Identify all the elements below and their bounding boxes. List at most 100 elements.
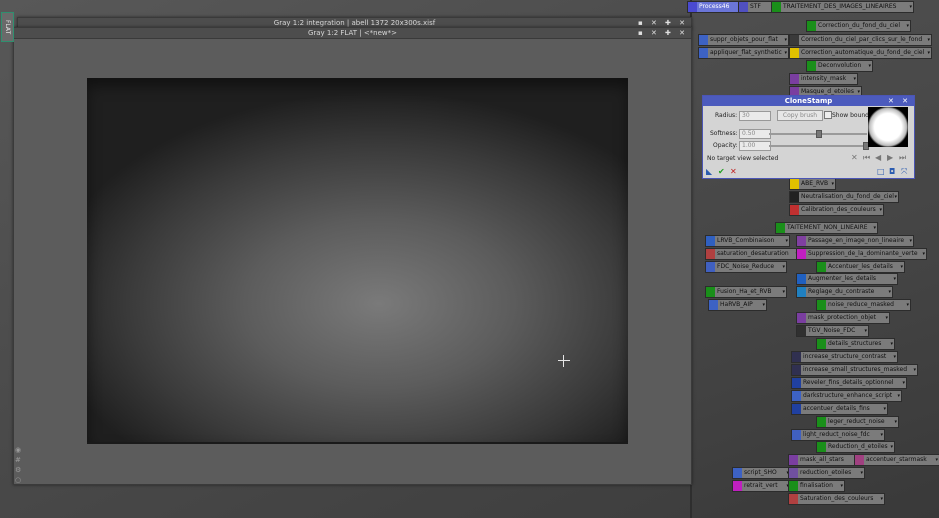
process-finalisation[interactable]: finalisation ▾ — [788, 480, 845, 492]
process-correction-automatique-du-fond-de-ciel[interactable]: Correction_automatique_du_fond_de_ciel ▾ — [789, 47, 932, 59]
process-tgv-noise-fdc[interactable]: TGV_Noise_FDC ▾ — [796, 325, 869, 337]
chevron-down-icon[interactable]: ▾ — [906, 300, 909, 310]
softness-slider[interactable] — [769, 130, 867, 138]
zoom-icon[interactable]: ◉ — [15, 446, 21, 454]
opacity-slider[interactable] — [769, 142, 869, 150]
process-calibration-des-couleurs[interactable]: Calibration_des_couleurs ▾ — [789, 204, 884, 216]
chevron-down-icon[interactable]: ▾ — [935, 455, 938, 465]
first-icon[interactable]: ⏮ — [863, 153, 870, 163]
process-accentuer-starmask[interactable]: accentuer_starmask ▾ — [854, 454, 939, 466]
process-appliquer-flat-synthetic[interactable]: appliquer_flat_synthetic ▾ — [698, 47, 789, 59]
chevron-down-icon[interactable]: ▾ — [864, 326, 867, 336]
chevron-down-icon[interactable]: ▾ — [831, 179, 834, 189]
opacity-field[interactable]: 1.00 — [739, 141, 771, 151]
apply-icon[interactable]: ✔ — [718, 167, 725, 176]
process-taitement-non-lineaire[interactable]: TAITEMENT_NON_LINEAIRE ▾ — [775, 222, 878, 234]
softness-slider-knob[interactable] — [816, 130, 822, 138]
process-correction-du-fond-du-ciel[interactable]: Correction_du_fond_du_ciel ▾ — [806, 20, 911, 32]
process-reglage-du-contraste[interactable]: Reglage_du_contraste ▾ — [796, 286, 893, 298]
next-icon[interactable]: ▶ — [887, 153, 893, 162]
chevron-down-icon[interactable]: ▾ — [860, 468, 863, 478]
save-icon[interactable]: ◘ — [889, 167, 895, 176]
chevron-down-icon[interactable]: ▾ — [762, 300, 765, 310]
last-icon[interactable]: ⏭ — [899, 153, 906, 163]
process-intensity-mask[interactable]: intensity_mask ▾ — [789, 73, 858, 85]
process-mask-protection-objet[interactable]: mask_protection_objet ▾ — [796, 312, 890, 324]
process-saturation-des-couleurs[interactable]: Saturation_des_couleurs ▾ — [788, 493, 885, 505]
process-mask-all-stars[interactable]: mask_all_stars▾ — [788, 454, 859, 466]
process-leger-reduct-noise[interactable]: leger_reduct_noise ▾ — [816, 416, 899, 428]
process-increase-small-structures-masked[interactable]: increase_small_structures_masked ▾ — [791, 364, 918, 376]
chevron-down-icon[interactable]: ▾ — [906, 21, 909, 31]
process-abe-rvb[interactable]: ABE_RVB ▾ — [789, 178, 836, 190]
process-increase-structure-contrast[interactable]: increase_structure_contrast ▾ — [791, 351, 898, 363]
chevron-down-icon[interactable]: ▾ — [894, 192, 897, 202]
process-harvb-aip[interactable]: HaRVB_AIP ▾ — [708, 299, 767, 311]
chevron-down-icon[interactable]: ▾ — [927, 35, 930, 45]
image-viewport[interactable] — [87, 78, 628, 444]
chevron-down-icon[interactable]: ▾ — [782, 287, 785, 297]
copy-brush-button[interactable]: Copy brush — [777, 110, 823, 121]
chevron-down-icon[interactable]: ▾ — [909, 2, 912, 12]
flat-window-controls[interactable]: ▪ ✕ ✚ ✕ — [638, 28, 688, 38]
chevron-down-icon[interactable]: ▾ — [880, 430, 883, 440]
process-reveler-fins-details-optionnel[interactable]: Reveler_fins_details_optionnel ▾ — [791, 377, 907, 389]
clonestamp-window-controls[interactable]: ✕ ✕ — [888, 96, 911, 106]
previous-icon[interactable]: ◀ — [875, 153, 881, 162]
chevron-down-icon[interactable]: ▾ — [913, 365, 916, 375]
process-fdc-noise-reduce[interactable]: FDC_Noise_Reduce ▾ — [705, 261, 787, 273]
process-lrvb-combinaison[interactable]: LRVB_Combinaison ▾ — [705, 235, 790, 247]
process-accentuer-les-details[interactable]: Accentuer_les_details ▾ — [816, 261, 905, 273]
process-correction-du-ciel-par-clics-sur-le-fond[interactable]: Correction_du_ciel_par_clics_sur_le_fond… — [789, 34, 932, 46]
chevron-down-icon[interactable]: ▾ — [897, 391, 900, 401]
process-traitement-des-images-lineaires[interactable]: TRAITEMENT_DES_IMAGES_LINEAIRES ▾ — [771, 1, 914, 13]
cancel-icon[interactable]: ✕ — [730, 167, 737, 176]
chevron-down-icon[interactable]: ▾ — [922, 249, 925, 259]
chevron-down-icon[interactable]: ▾ — [853, 74, 856, 84]
process-suppr-objets-pour-flat[interactable]: suppr_objets_pour_flat ▾ — [698, 34, 789, 46]
process-neutralisation-du-fond-de-ciel[interactable]: Neutralisation_du_fond_de_ciel ▾ — [789, 191, 899, 203]
chevron-down-icon[interactable]: ▾ — [893, 274, 896, 284]
chevron-down-icon[interactable]: ▾ — [885, 313, 888, 323]
process-darkstructure-enhance-script[interactable]: darkstructure_enhance_script ▾ — [791, 390, 902, 402]
chevron-down-icon[interactable]: ▾ — [784, 48, 787, 58]
process-reduction-etoiles[interactable]: reduction_etoiles ▾ — [788, 467, 865, 479]
chevron-down-icon[interactable]: ▾ — [900, 262, 903, 272]
chevron-down-icon[interactable]: ▾ — [879, 205, 882, 215]
gear-icon[interactable]: ⚙ — [15, 466, 21, 474]
process-noise-reduce-masked[interactable]: noise_reduce_masked ▾ — [816, 299, 911, 311]
chevron-down-icon[interactable]: ▾ — [784, 35, 787, 45]
chevron-down-icon[interactable]: ▾ — [782, 262, 785, 272]
hash-icon[interactable]: # — [15, 456, 21, 464]
process-deconvolution[interactable]: Deconvolution ▾ — [806, 60, 873, 72]
process-augmenter-les-details[interactable]: Augmenter_les_details ▾ — [796, 273, 898, 285]
chevron-down-icon[interactable]: ▾ — [902, 378, 905, 388]
process-details-structures[interactable]: details_structures ▾ — [816, 338, 895, 350]
reset-icon[interactable]: ⤧ — [901, 167, 907, 177]
process-fusion-ha-et-rvb[interactable]: Fusion_Ha_et_RVB ▾ — [705, 286, 787, 298]
process-passage-en-image-non-lineaire[interactable]: Passage_en_image_non_lineaire ▾ — [796, 235, 914, 247]
flat-view-tab[interactable]: FLAT — [1, 12, 14, 42]
chevron-down-icon[interactable]: ▾ — [883, 404, 886, 414]
chevron-down-icon[interactable]: ▾ — [840, 481, 843, 491]
radius-field[interactable]: 30 — [739, 111, 771, 121]
delete-icon[interactable]: ✕ — [851, 153, 858, 162]
process-script-sho[interactable]: script_SHO▾ — [732, 467, 791, 479]
process-saturation-desaturation[interactable]: saturation_desaturation▾ — [705, 248, 800, 260]
chevron-down-icon[interactable]: ▾ — [927, 48, 930, 58]
documentation-icon[interactable]: □ — [877, 167, 885, 176]
chevron-down-icon[interactable]: ▾ — [890, 442, 893, 452]
circle-icon[interactable]: ○ — [15, 476, 21, 484]
process-retrait-vert[interactable]: retrait_vert▾ — [732, 480, 791, 492]
process-suppression-de-la-dominante-verte[interactable]: Suppression_de_la_dominante_verte ▾ — [796, 248, 927, 260]
chevron-down-icon[interactable]: ▾ — [888, 287, 891, 297]
softness-field[interactable]: 0.50 — [739, 129, 771, 139]
process-process46[interactable]: Process46▾ — [687, 1, 744, 13]
show-bounds-checkbox[interactable] — [824, 111, 832, 119]
process-light-reduct-noise-fdc[interactable]: light_reduct_noise_fdc ▾ — [791, 429, 885, 441]
process-accentuer-details-fins[interactable]: accentuer_details_fins ▾ — [791, 403, 888, 415]
chevron-down-icon[interactable]: ▾ — [893, 352, 896, 362]
chevron-down-icon[interactable]: ▾ — [873, 223, 876, 233]
chevron-down-icon[interactable]: ▾ — [880, 494, 883, 504]
chevron-down-icon[interactable]: ▾ — [894, 417, 897, 427]
